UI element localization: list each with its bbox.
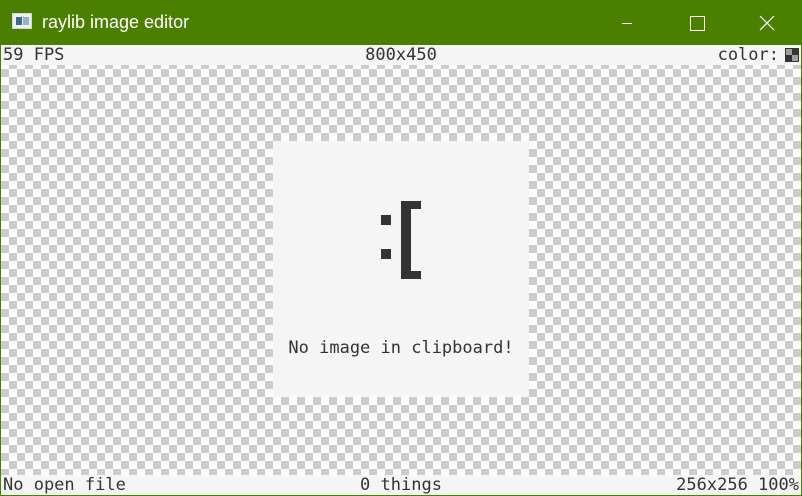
color-label: color: bbox=[717, 45, 779, 65]
title-bar[interactable]: raylib image editor bbox=[0, 0, 802, 45]
app-window: raylib image editor 59 FPS 800x450 color… bbox=[0, 0, 802, 496]
close-button[interactable] bbox=[732, 0, 802, 45]
image-info: 256x256 100% bbox=[676, 475, 799, 495]
maximize-icon bbox=[690, 16, 705, 31]
color-swatch-icon[interactable] bbox=[785, 48, 799, 62]
window-title: raylib image editor bbox=[42, 12, 190, 32]
empty-clipboard-panel: No image in clipboard! bbox=[273, 141, 529, 397]
sad-face-icon bbox=[381, 201, 421, 279]
bottom-status-bar: No open file 0 things 256x256 100% bbox=[1, 475, 801, 495]
maximize-button[interactable] bbox=[662, 0, 732, 45]
app-window-icon bbox=[12, 13, 32, 29]
canvas-size: 800x450 bbox=[365, 45, 437, 65]
minimize-button[interactable] bbox=[592, 0, 662, 45]
minimize-icon bbox=[622, 23, 632, 24]
empty-state-message: No image in clipboard! bbox=[288, 338, 514, 358]
close-icon bbox=[759, 15, 775, 31]
top-status-bar: 59 FPS 800x450 color: bbox=[1, 45, 801, 65]
image-canvas[interactable]: 59 FPS 800x450 color: No image in clipbo… bbox=[1, 45, 801, 495]
